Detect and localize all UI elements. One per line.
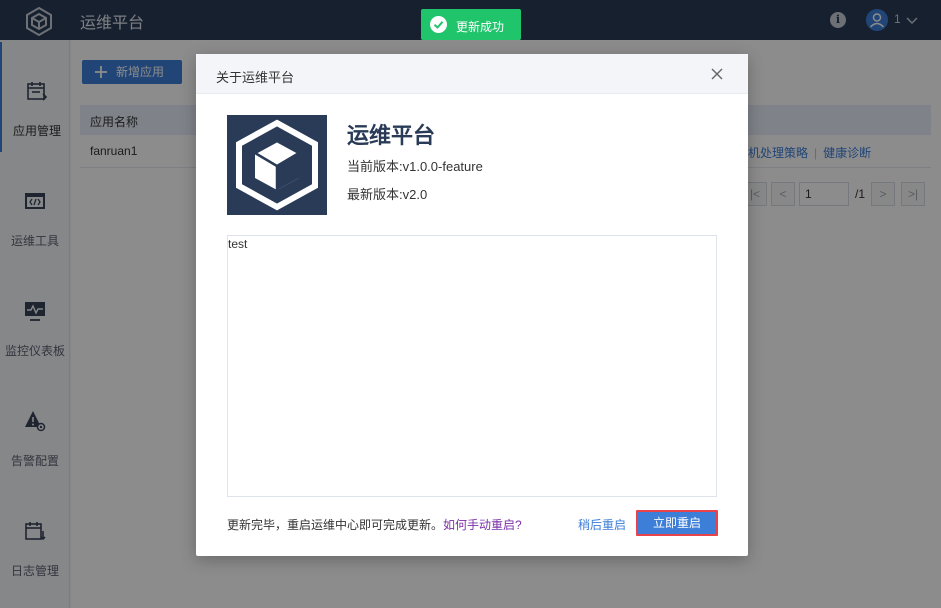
close-icon[interactable] bbox=[710, 67, 724, 81]
latest-version: 最新版本:v2.0 bbox=[347, 187, 428, 202]
dialog-app-name: 运维平台 bbox=[347, 123, 436, 148]
restart-later-button[interactable]: 稍后重启 bbox=[578, 516, 626, 533]
about-dialog: 关于运维平台 运维平台 当前版本:v1.0.0-feature 最新版本:v2.… bbox=[196, 54, 748, 556]
toast-text: 更新成功 bbox=[456, 20, 505, 34]
check-circle-icon bbox=[430, 16, 447, 33]
manual-restart-link[interactable]: 如何手动重启? bbox=[443, 518, 522, 532]
dialog-header: 关于运维平台 bbox=[196, 54, 748, 94]
success-toast: 更新成功 bbox=[421, 9, 521, 40]
app-logo-icon bbox=[227, 115, 327, 215]
footer-text: 更新完毕，重启运维中心即可完成更新。 bbox=[227, 518, 444, 532]
current-version: 当前版本:v1.0.0-feature bbox=[347, 159, 483, 174]
release-notes-textarea[interactable]: test bbox=[227, 235, 717, 497]
restart-now-button[interactable]: 立即重启 bbox=[636, 510, 718, 536]
dialog-footer-message: 更新完毕，重启运维中心即可完成更新。如何手动重启? bbox=[227, 516, 522, 533]
dialog-title: 关于运维平台 bbox=[216, 70, 295, 85]
